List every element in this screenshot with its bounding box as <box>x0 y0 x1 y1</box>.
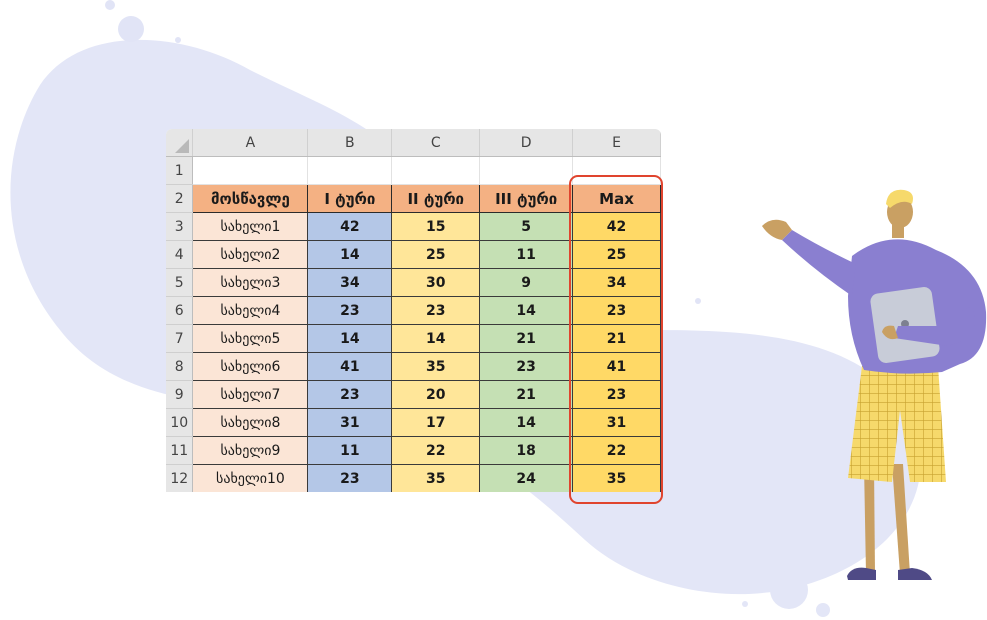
presenter-leg-right <box>892 464 910 574</box>
cell-a1[interactable] <box>192 156 309 185</box>
cell-round-2[interactable]: 25 <box>391 240 481 269</box>
row-header-5[interactable]: 5 <box>166 268 194 297</box>
row-header-2[interactable]: 2 <box>166 184 194 213</box>
row-header-9[interactable]: 9 <box>166 380 194 409</box>
cell-round-3[interactable]: 24 <box>479 464 574 492</box>
cell-round-2[interactable]: 23 <box>391 296 481 325</box>
cell-round-2[interactable]: 30 <box>391 268 481 297</box>
cell-round-3[interactable]: 21 <box>479 324 574 353</box>
cell-name[interactable]: სახელი8 <box>192 408 309 437</box>
row-header-1[interactable]: 1 <box>166 156 194 185</box>
cell-round-2[interactable]: 14 <box>391 324 481 353</box>
decor-dot-mid <box>695 298 701 304</box>
presenter-arm-raised <box>782 230 856 296</box>
cell-name[interactable]: სახელი4 <box>192 296 309 325</box>
presenter-leg-left <box>864 464 875 574</box>
cell-round-1[interactable]: 41 <box>307 352 393 381</box>
cell-round-1[interactable]: 11 <box>307 436 393 465</box>
presenter-illustration <box>762 189 987 580</box>
cell-round-1[interactable]: 31 <box>307 408 393 437</box>
cell-round-1[interactable]: 23 <box>307 464 393 492</box>
row-header-11[interactable]: 11 <box>166 436 194 465</box>
presenter-shoe-left <box>847 567 876 580</box>
cell-round-1[interactable]: 42 <box>307 212 393 241</box>
row-header-8[interactable]: 8 <box>166 352 194 381</box>
header-cell-student[interactable]: მოსწავლე <box>192 184 309 213</box>
cell-round-2[interactable]: 35 <box>391 352 481 381</box>
cell-round-3[interactable]: 5 <box>479 212 574 241</box>
select-all-corner[interactable] <box>166 129 194 157</box>
cell-round-3[interactable]: 11 <box>479 240 574 269</box>
cell-round-3[interactable]: 23 <box>479 352 574 381</box>
cell-name[interactable]: სახელი7 <box>192 380 309 409</box>
cell-round-3[interactable]: 14 <box>479 296 574 325</box>
cell-round-1[interactable]: 14 <box>307 324 393 353</box>
header-cell-round-2[interactable]: II ტური <box>391 184 481 213</box>
cell-round-1[interactable]: 23 <box>307 380 393 409</box>
column-header-row: A B C D E <box>166 129 661 157</box>
decor-dot-bottom-small <box>816 603 830 617</box>
cell-b1[interactable] <box>307 156 393 185</box>
cell-round-1[interactable]: 23 <box>307 296 393 325</box>
cell-round-2[interactable]: 15 <box>391 212 481 241</box>
cell-round-2[interactable]: 17 <box>391 408 481 437</box>
row-header-3[interactable]: 3 <box>166 212 194 241</box>
cell-round-3[interactable]: 9 <box>479 268 574 297</box>
cell-round-2[interactable]: 22 <box>391 436 481 465</box>
cell-round-2[interactable]: 20 <box>391 380 481 409</box>
cell-round-1[interactable]: 34 <box>307 268 393 297</box>
cell-name[interactable]: სახელი2 <box>192 240 309 269</box>
presenter-shoe-right <box>898 568 932 580</box>
decor-dot-small <box>105 0 115 10</box>
cell-round-3[interactable]: 18 <box>479 436 574 465</box>
row-header-12[interactable]: 12 <box>166 464 194 492</box>
header-cell-round-1[interactable]: I ტური <box>307 184 393 213</box>
decor-dot-tiny <box>175 37 181 43</box>
cell-c1[interactable] <box>391 156 481 185</box>
cell-name[interactable]: სახელი10 <box>192 464 309 492</box>
max-column-highlight <box>569 175 663 504</box>
cell-round-3[interactable]: 21 <box>479 380 574 409</box>
column-header-d[interactable]: D <box>479 129 574 157</box>
cell-d1[interactable] <box>479 156 574 185</box>
cell-round-3[interactable]: 14 <box>479 408 574 437</box>
column-header-c[interactable]: C <box>391 129 481 157</box>
row-header-10[interactable]: 10 <box>166 408 194 437</box>
decor-dot-large <box>118 16 144 42</box>
select-all-triangle-icon <box>175 139 190 153</box>
cell-round-1[interactable]: 14 <box>307 240 393 269</box>
column-header-b[interactable]: B <box>307 129 393 157</box>
cell-name[interactable]: სახელი1 <box>192 212 309 241</box>
row-header-4[interactable]: 4 <box>166 240 194 269</box>
cell-name[interactable]: სახელი6 <box>192 352 309 381</box>
row-header-7[interactable]: 7 <box>166 324 194 353</box>
column-header-a[interactable]: A <box>192 129 309 157</box>
cell-name[interactable]: სახელი9 <box>192 436 309 465</box>
decor-dot-bottom-tiny <box>742 601 748 607</box>
row-header-6[interactable]: 6 <box>166 296 194 325</box>
cell-name[interactable]: სახელი5 <box>192 324 309 353</box>
column-header-e[interactable]: E <box>572 129 661 157</box>
cell-round-2[interactable]: 35 <box>391 464 481 492</box>
cell-name[interactable]: სახელი3 <box>192 268 309 297</box>
header-cell-round-3[interactable]: III ტური <box>479 184 574 213</box>
